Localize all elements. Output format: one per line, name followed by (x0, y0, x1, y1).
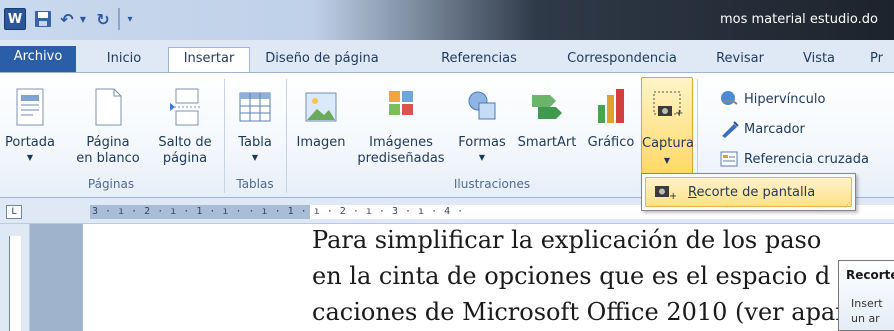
bookmark-icon (722, 121, 739, 138)
clip-art-icon (389, 91, 413, 115)
window-title: mos material estudio.do (720, 12, 878, 27)
imagen-label: Imagen (296, 135, 346, 150)
tab-programador-partial[interactable]: Pr (870, 48, 894, 72)
smartart-button[interactable]: SmartArt (514, 77, 580, 175)
recorte-de-pantalla-item[interactable]: + Recorte de pantalla (645, 177, 852, 207)
tab-selector[interactable]: L (6, 205, 22, 219)
cover-page-icon (16, 88, 44, 126)
vertical-ruler-bar (9, 236, 21, 331)
word-app-icon[interactable]: W (4, 8, 26, 30)
marcador-button[interactable]: Marcador (720, 117, 805, 141)
tab-revisar[interactable]: Revisar (706, 48, 774, 72)
screenshot-icon: + (653, 91, 683, 119)
hipervinculo-label: Hipervínculo (744, 91, 826, 107)
marcador-label: Marcador (744, 121, 805, 137)
page-break-icon (170, 88, 200, 126)
group-separator (286, 79, 287, 193)
referencia-cruzada-button[interactable]: Referencia cruzada (720, 147, 869, 171)
smartart-icon (532, 95, 562, 119)
formas-button[interactable]: Formas ▼ (452, 77, 512, 175)
tabla-button[interactable]: Tabla ▼ (228, 77, 282, 175)
smartart-label: SmartArt (517, 135, 577, 150)
group-label-tablas: Tablas (236, 177, 274, 191)
captura-label: Captura (642, 136, 694, 151)
screen-tip-body: Insert un ar (851, 297, 883, 325)
hyperlink-icon (721, 91, 738, 105)
blank-page-icon (95, 88, 122, 126)
tab-insertar[interactable]: Insertar (168, 47, 250, 72)
vertical-ruler[interactable] (0, 224, 30, 331)
group-label-paginas: Páginas (87, 177, 135, 191)
shapes-icon (468, 91, 496, 120)
tabla-dropdown-icon: ▼ (251, 153, 259, 162)
picture-icon (305, 92, 337, 122)
undo-icon[interactable]: ↶ (58, 8, 76, 30)
ruler-ticks: 3 · ı · 2 · ı · 1 · ı · · ı · 1 · ı · 2 … (92, 206, 464, 217)
title-bar: W ↶ ▼ ↻ ▾ mos material estudio.do (0, 0, 894, 40)
hipervinculo-button[interactable]: Hipervínculo (720, 87, 825, 111)
captura-dropdown-menu: + Recorte de pantalla ⋰ (641, 173, 856, 211)
tabla-label: Tabla (238, 135, 272, 150)
group-separator (224, 79, 225, 193)
save-icon[interactable] (34, 8, 52, 30)
cross-reference-icon (720, 151, 738, 167)
portada-dropdown-icon: ▼ (26, 153, 34, 162)
captura-button[interactable]: + Captura ▼ (641, 77, 694, 175)
document-text-line[interactable]: Para simplificar la explicación de los p… (312, 226, 821, 254)
tab-referencias[interactable]: Referencias (430, 48, 528, 72)
portada-button[interactable]: Portada ▼ (2, 77, 58, 175)
tab-correspondencia[interactable]: Correspondencia (558, 48, 686, 72)
document-text-line[interactable]: caciones de Microsoft Office 2010 (ver a… (312, 298, 886, 326)
screen-tip: Recorte Insert un ar (838, 260, 894, 331)
tab-inicio[interactable]: Inicio (84, 48, 164, 72)
svg-text:+: + (669, 191, 676, 201)
tab-diseno-de-pagina[interactable]: Diseño de página (256, 48, 388, 72)
pagina-en-blanco-label: Página en blanco (76, 135, 140, 166)
salto-de-pagina-button[interactable]: Salto de página (150, 77, 220, 175)
table-icon (239, 92, 271, 122)
recorte-de-pantalla-label: Recorte de pantalla (688, 184, 816, 200)
captura-dropdown-icon: ▼ (663, 156, 671, 165)
grafico-button[interactable]: Gráfico (582, 77, 640, 175)
referencia-cruzada-label: Referencia cruzada (744, 151, 869, 167)
screen-clipping-icon: + (655, 186, 676, 201)
imagenes-prediseñadas-button[interactable]: Imágenes prediseñadas (356, 77, 446, 175)
pagina-en-blanco-button[interactable]: Página en blanco (68, 77, 148, 175)
salto-de-pagina-label: Salto de página (158, 135, 212, 166)
undo-dropdown-icon[interactable]: ▼ (78, 8, 88, 30)
quick-access-separator (118, 8, 120, 30)
chart-icon (598, 89, 624, 123)
formas-label: Formas (458, 135, 506, 150)
document-text-line[interactable]: en la cinta de opciones que es el espaci… (312, 262, 830, 290)
formas-dropdown-icon: ▼ (478, 153, 486, 162)
svg-text:+: + (675, 108, 683, 119)
customize-quick-access-icon[interactable]: ▾ (124, 8, 136, 30)
screen-tip-title: Recorte (846, 268, 894, 282)
group-label-ilustraciones: Ilustraciones (453, 177, 531, 191)
portada-label: Portada (5, 135, 55, 150)
tab-archivo[interactable]: Archivo (0, 46, 76, 72)
tab-vista[interactable]: Vista (794, 48, 844, 72)
imagen-button[interactable]: Imagen (290, 77, 352, 175)
resize-grip-icon[interactable]: ⋰ (844, 201, 851, 209)
ribbon-tabs: Archivo Inicio Insertar Diseño de página… (0, 40, 894, 72)
imagenes-prediseñadas-label: Imágenes prediseñadas (357, 135, 445, 166)
grafico-label: Gráfico (587, 135, 635, 150)
redo-icon[interactable]: ↻ (94, 8, 112, 30)
